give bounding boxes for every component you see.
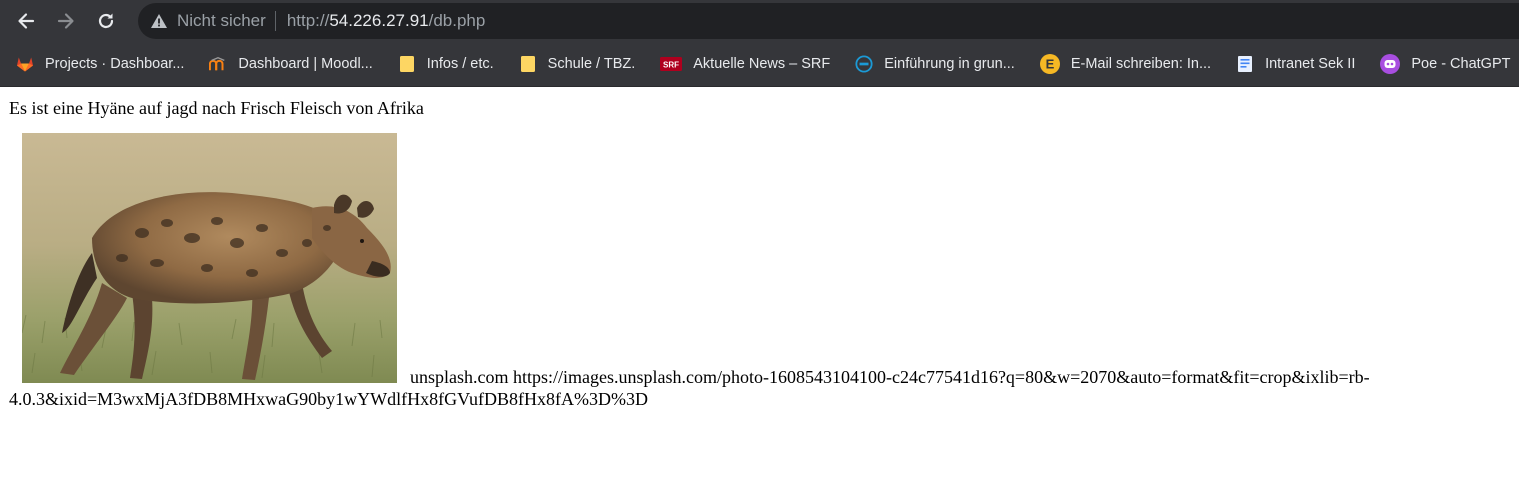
document-icon	[1236, 55, 1254, 73]
back-button[interactable]	[12, 7, 40, 35]
moodle-icon	[209, 55, 227, 73]
bookmark-srf[interactable]: SRF Aktuelle News – SRF	[644, 49, 839, 79]
address-bar[interactable]: Nicht sicher http://54.226.27.91/db.php	[138, 3, 1519, 39]
reload-button[interactable]	[92, 7, 120, 35]
bookmark-folder-schule[interactable]: Schule / TBZ.	[503, 49, 645, 79]
dell-icon	[855, 55, 873, 73]
bookmark-email[interactable]: E E-Mail schreiben: In...	[1024, 49, 1220, 79]
folder-icon	[519, 55, 537, 73]
security-label[interactable]: Nicht sicher	[177, 11, 266, 31]
image-caption: Es ist eine Hyäne auf jagd nach Frisch F…	[9, 98, 424, 118]
forward-button[interactable]	[52, 7, 80, 35]
warning-triangle-icon	[151, 14, 167, 28]
bookmark-moodle[interactable]: Dashboard | Moodl...	[193, 49, 381, 79]
url-host: 54.226.27.91	[329, 11, 429, 30]
back-arrow-icon	[18, 13, 35, 29]
bookmark-folder-infos[interactable]: Infos / etc.	[382, 49, 503, 79]
browser-toolbar: Nicht sicher http://54.226.27.91/db.php	[0, 0, 1519, 42]
e-icon: E	[1039, 54, 1060, 74]
reload-icon	[98, 13, 114, 29]
bookmark-intranet[interactable]: Intranet Sek II	[1220, 49, 1364, 79]
svg-text:E: E	[1046, 57, 1055, 72]
gitlab-icon	[16, 55, 34, 73]
page-content: Es ist eine Hyäne auf jagd nach Frisch F…	[9, 97, 1509, 410]
bookmark-poe[interactable]: Poe - ChatGPT	[1364, 49, 1519, 79]
folder-icon	[398, 55, 416, 73]
url-path: /db.php	[428, 11, 486, 30]
url-scheme: http://	[286, 11, 330, 30]
poe-icon	[1380, 54, 1401, 74]
omnibox-separator	[274, 11, 276, 31]
svg-text:SRF: SRF	[663, 61, 679, 70]
srf-icon: SRF	[660, 55, 683, 73]
bookmark-dell[interactable]: Einführung in grun...	[839, 49, 1024, 79]
hyena-photo	[22, 133, 397, 383]
forward-arrow-icon	[57, 13, 74, 29]
bookmark-gitlab[interactable]: Projects · Dashboar...	[0, 49, 193, 79]
bookmarks-bar: Projects · Dashboar... Dashboard | Moodl…	[0, 42, 1519, 87]
